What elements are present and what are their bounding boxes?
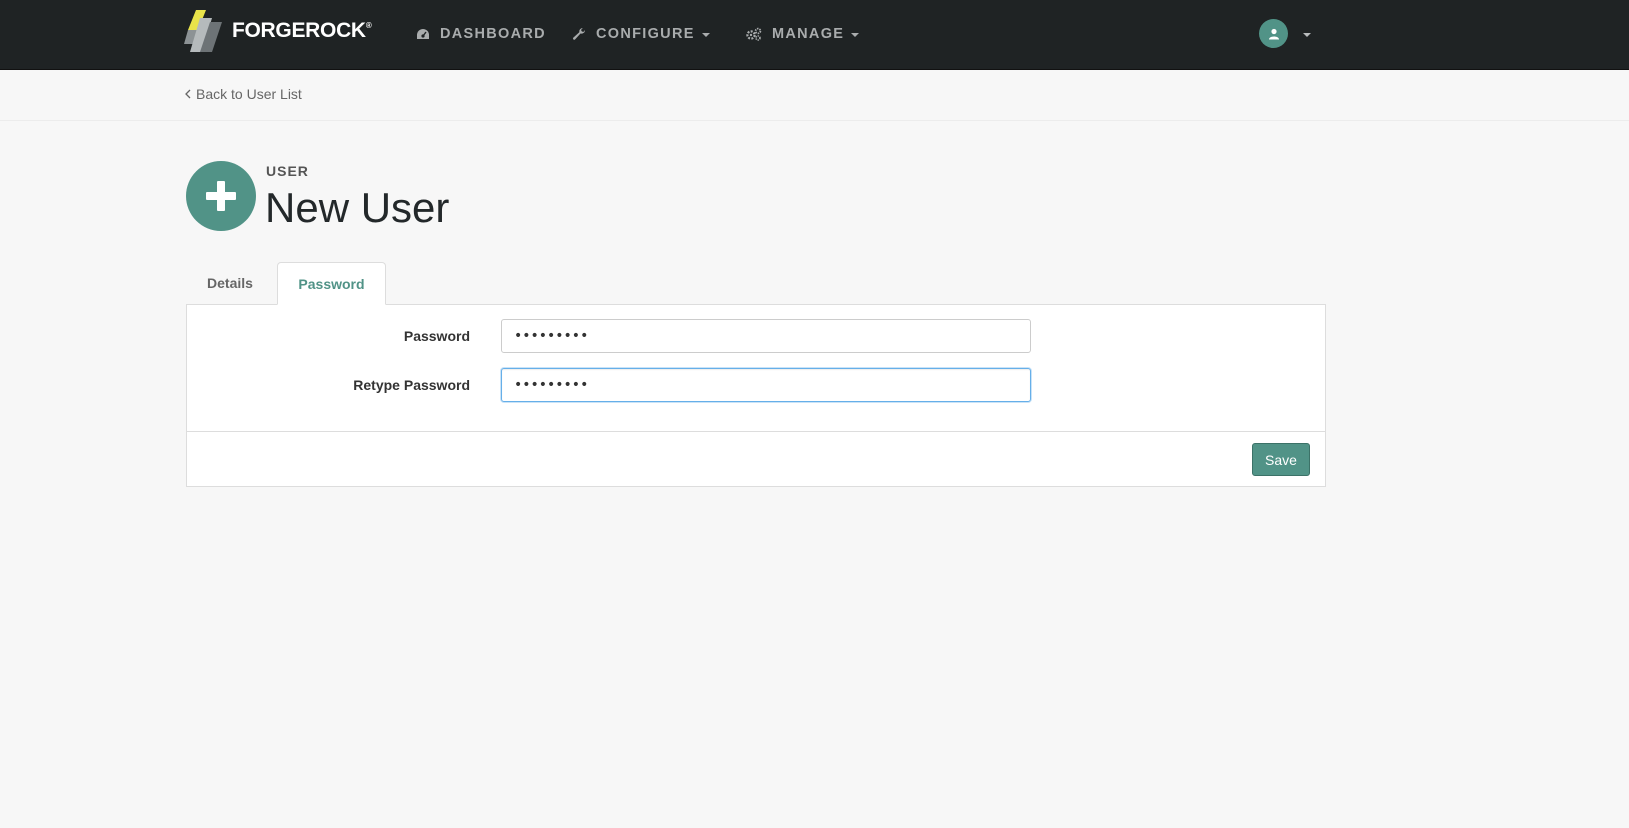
password-row: Password bbox=[187, 319, 1325, 353]
back-link-label: Back to User List bbox=[196, 86, 302, 102]
tab-details[interactable]: Details bbox=[186, 262, 274, 304]
nav-manage-label: MANAGE bbox=[772, 26, 845, 42]
back-to-user-list-link[interactable]: Back to User List bbox=[185, 86, 302, 102]
brand-name: FORGEROCK® bbox=[232, 19, 372, 42]
nav-dashboard[interactable]: DASHBOARD bbox=[416, 0, 546, 68]
nav-configure-label: CONFIGURE bbox=[596, 26, 695, 42]
plus-icon bbox=[206, 181, 236, 211]
user-menu[interactable] bbox=[1259, 19, 1311, 48]
forgerock-logo[interactable]: FORGEROCK® bbox=[184, 8, 372, 54]
chevron-left-icon bbox=[185, 89, 191, 99]
retype-password-field[interactable] bbox=[501, 368, 1031, 402]
chevron-down-icon bbox=[1303, 32, 1311, 37]
page-title: New User bbox=[265, 184, 450, 231]
wrench-icon bbox=[572, 27, 586, 40]
retype-password-row: Retype Password bbox=[187, 368, 1325, 402]
retype-password-label: Retype Password bbox=[353, 377, 470, 393]
gears-icon bbox=[746, 27, 762, 41]
panel-footer: Save bbox=[187, 431, 1325, 487]
breadcrumb: Back to User List bbox=[0, 70, 1629, 121]
tab-password[interactable]: Password bbox=[277, 262, 386, 305]
nav-manage[interactable]: MANAGE bbox=[746, 0, 860, 68]
dashboard-icon bbox=[417, 28, 429, 39]
user-icon bbox=[1268, 28, 1279, 39]
add-user-icon bbox=[186, 161, 256, 231]
nav-dashboard-label: DASHBOARD bbox=[440, 26, 546, 42]
chevron-down-icon bbox=[701, 33, 710, 37]
password-panel: Password Retype Password Save bbox=[186, 304, 1326, 487]
nav-configure[interactable]: CONFIGURE bbox=[572, 0, 710, 68]
page-kicker: USER bbox=[266, 163, 309, 179]
chevron-down-icon bbox=[851, 33, 860, 37]
avatar bbox=[1259, 19, 1288, 48]
forgerock-logo-icon bbox=[184, 10, 222, 52]
save-button[interactable]: Save bbox=[1252, 443, 1310, 476]
password-field[interactable] bbox=[501, 319, 1031, 353]
top-navbar: FORGEROCK® DASHBOARD CONFIGURE MANAGE bbox=[0, 0, 1629, 70]
password-label: Password bbox=[403, 328, 470, 344]
